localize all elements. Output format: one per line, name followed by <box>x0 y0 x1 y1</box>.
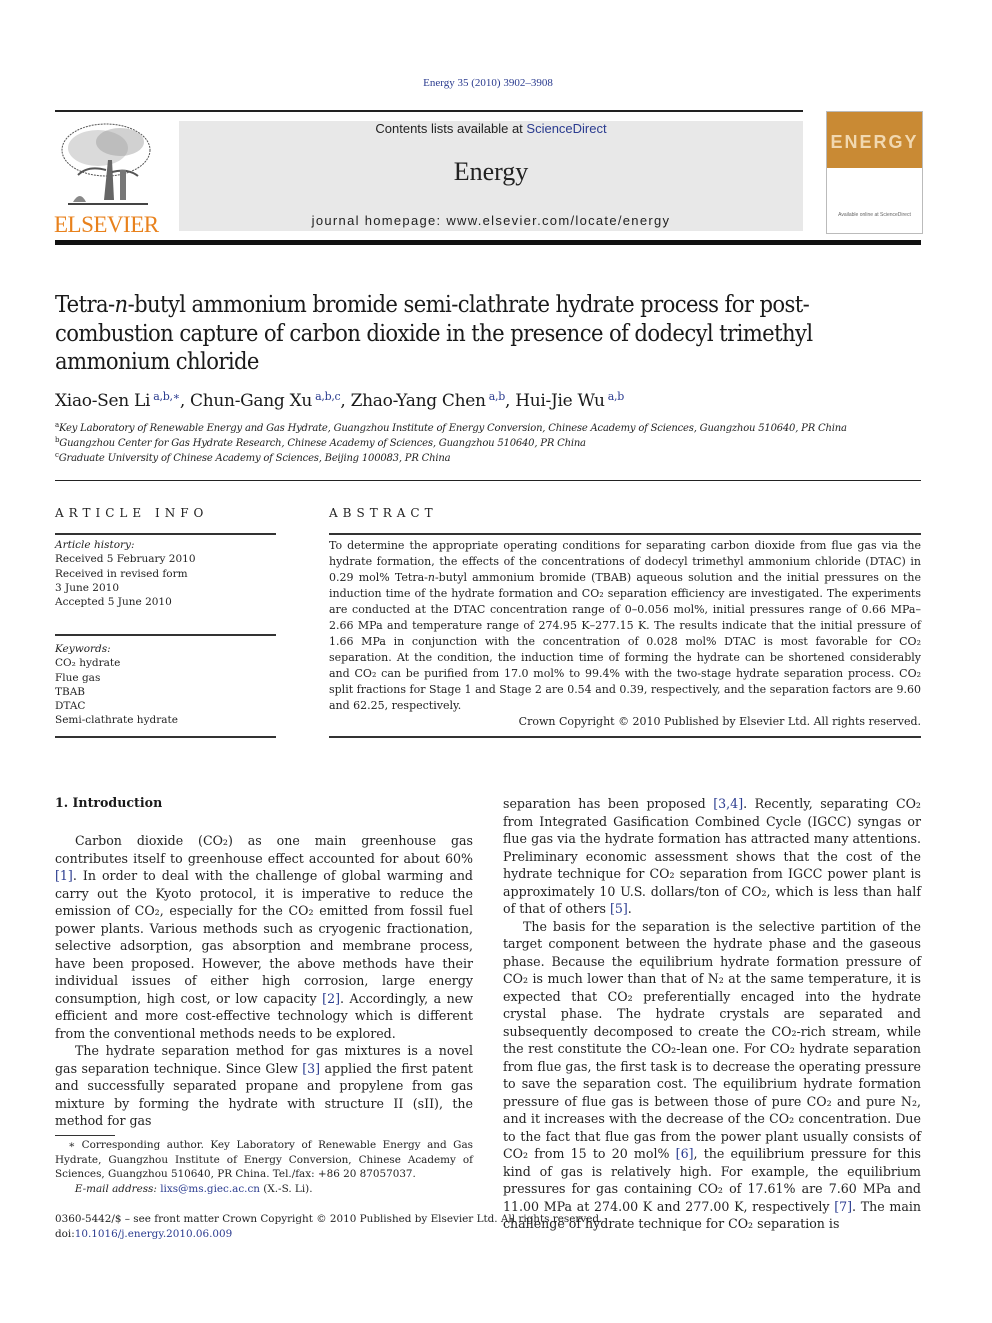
tree-icon <box>61 123 151 205</box>
abstract-rule <box>329 533 921 535</box>
author[interactable]: Hui-Jie Wu a,b <box>515 391 624 411</box>
history-item: 3 June 2010 <box>55 581 120 594</box>
journal-cover-thumbnail[interactable]: ENERGY Available online at ScienceDirect <box>826 111 923 234</box>
footnote-rule <box>55 1135 115 1136</box>
article-history: Article history: Received 5 February 201… <box>55 538 275 609</box>
keyword: TBAB <box>55 685 86 698</box>
author[interactable]: Xiao-Sen Li a,b,∗ <box>55 391 180 411</box>
abstract-heading: ABSTRACT <box>329 506 438 520</box>
history-item: Accepted 5 June 2010 <box>55 596 172 609</box>
author-affil-marks[interactable]: a,b <box>608 390 625 403</box>
citation-link[interactable]: [3] <box>302 1061 320 1076</box>
citation-link[interactable]: [7] <box>834 1199 852 1214</box>
front-matter-notice: 0360-5442/$ – see front matter Crown Cop… <box>55 1212 602 1241</box>
article-info-heading: ARTICLE INFO <box>55 506 209 520</box>
affiliation-c: cGraduate University of Chinese Academy … <box>55 451 451 465</box>
issn-line: 0360-5442/$ – see front matter Crown Cop… <box>55 1213 603 1225</box>
body-column-right: separation has been proposed [3,4]. Rece… <box>503 795 921 1233</box>
keyword: DTAC <box>55 700 86 713</box>
sciencedirect-link[interactable]: ScienceDirect <box>526 121 606 136</box>
cover-footer: Available online at ScienceDirect <box>838 212 911 218</box>
section-rule <box>55 480 921 481</box>
paragraph: The basis for the separation is the sele… <box>503 918 921 1232</box>
citation-link[interactable]: [5] <box>610 901 628 916</box>
author[interactable]: Zhao-Yang Chen a,b <box>351 390 506 411</box>
author-affil-marks[interactable]: a,b,c <box>315 390 341 403</box>
keywords: Keywords: CO₂ hydrate Flue gas TBAB DTAC… <box>55 642 275 728</box>
title-part: -butyl ammonium bromide semi-clathrate h… <box>55 290 813 375</box>
contents-line: Contents lists available at ScienceDirec… <box>179 121 803 136</box>
abstract-copyright: Crown Copyright © 2010 Published by Else… <box>518 715 921 728</box>
citation-link[interactable]: [3,4] <box>713 796 743 811</box>
journal-banner: Contents lists available at ScienceDirec… <box>179 121 803 231</box>
affiliation-a: aKey Laboratory of Renewable Energy and … <box>55 421 847 435</box>
history-item: Received in revised form <box>55 567 188 580</box>
section-heading-introduction: 1. Introduction <box>55 795 163 810</box>
keywords-rule <box>55 634 276 636</box>
keyword: Semi-clathrate hydrate <box>55 714 178 727</box>
paragraph: separation has been proposed [3,4]. Rece… <box>503 796 921 916</box>
info-bottom-rule <box>55 736 276 738</box>
body-column-left: Carbon dioxide (CO₂) as one main greenho… <box>55 832 473 1130</box>
email-link[interactable]: lixs@ms.giec.ac.cn <box>160 1183 260 1195</box>
keywords-label: Keywords: <box>55 643 111 655</box>
author[interactable]: Chun-Gang Xu a,b,c <box>190 390 341 411</box>
keyword: CO₂ hydrate <box>55 657 121 670</box>
journal-name: Energy <box>453 157 529 186</box>
article-info-rule <box>55 533 276 535</box>
doi-link[interactable]: 10.1016/j.energy.2010.06.009 <box>75 1228 233 1240</box>
journal-homepage[interactable]: journal homepage: www.elsevier.com/locat… <box>179 213 803 228</box>
title-part: Tetra- <box>55 290 115 318</box>
publisher-name: ELSEVIER <box>54 212 159 237</box>
citation-link[interactable]: [6] <box>676 1146 694 1161</box>
paragraph: The hydrate separation method for gas mi… <box>55 1043 473 1128</box>
corresponding-author-footnote: ∗ Corresponding author. Key Laboratory o… <box>55 1139 473 1195</box>
author-affil-marks[interactable]: a,b,∗ <box>153 390 180 403</box>
cover-band: ENERGY <box>827 112 922 168</box>
keyword: Flue gas <box>55 671 101 684</box>
abstract-bottom-rule <box>329 736 921 738</box>
citation-link[interactable]: [2] <box>322 991 340 1006</box>
elsevier-logo[interactable]: ELSEVIER <box>54 118 170 237</box>
author-affil-marks[interactable]: a,b <box>489 390 506 403</box>
history-label: Article history: <box>55 539 135 551</box>
header-rule <box>55 110 803 112</box>
article-title: Tetra-n-butyl ammonium bromide semi-clat… <box>55 290 925 376</box>
title-italic-n: n <box>114 290 129 318</box>
citation-link[interactable]: [1] <box>55 868 73 883</box>
header-thick-rule <box>55 240 921 245</box>
journal-citation[interactable]: Energy 35 (2010) 3902–3908 <box>0 77 976 89</box>
affiliation-b: bGuangzhou Center for Gas Hydrate Resear… <box>55 436 586 450</box>
cover-title: ENERGY <box>830 132 919 152</box>
author-list: Xiao-Sen Li a,b,∗, Chun-Gang Xu a,b,c, Z… <box>55 390 624 411</box>
abstract-text: To determine the appropriate operating c… <box>329 539 921 728</box>
contents-prefix: Contents lists available at <box>375 121 527 136</box>
history-item: Received 5 February 2010 <box>55 553 196 566</box>
doi-line: doi:10.1016/j.energy.2010.06.009 <box>55 1227 233 1240</box>
paragraph: Carbon dioxide (CO₂) as one main greenho… <box>55 833 474 1041</box>
